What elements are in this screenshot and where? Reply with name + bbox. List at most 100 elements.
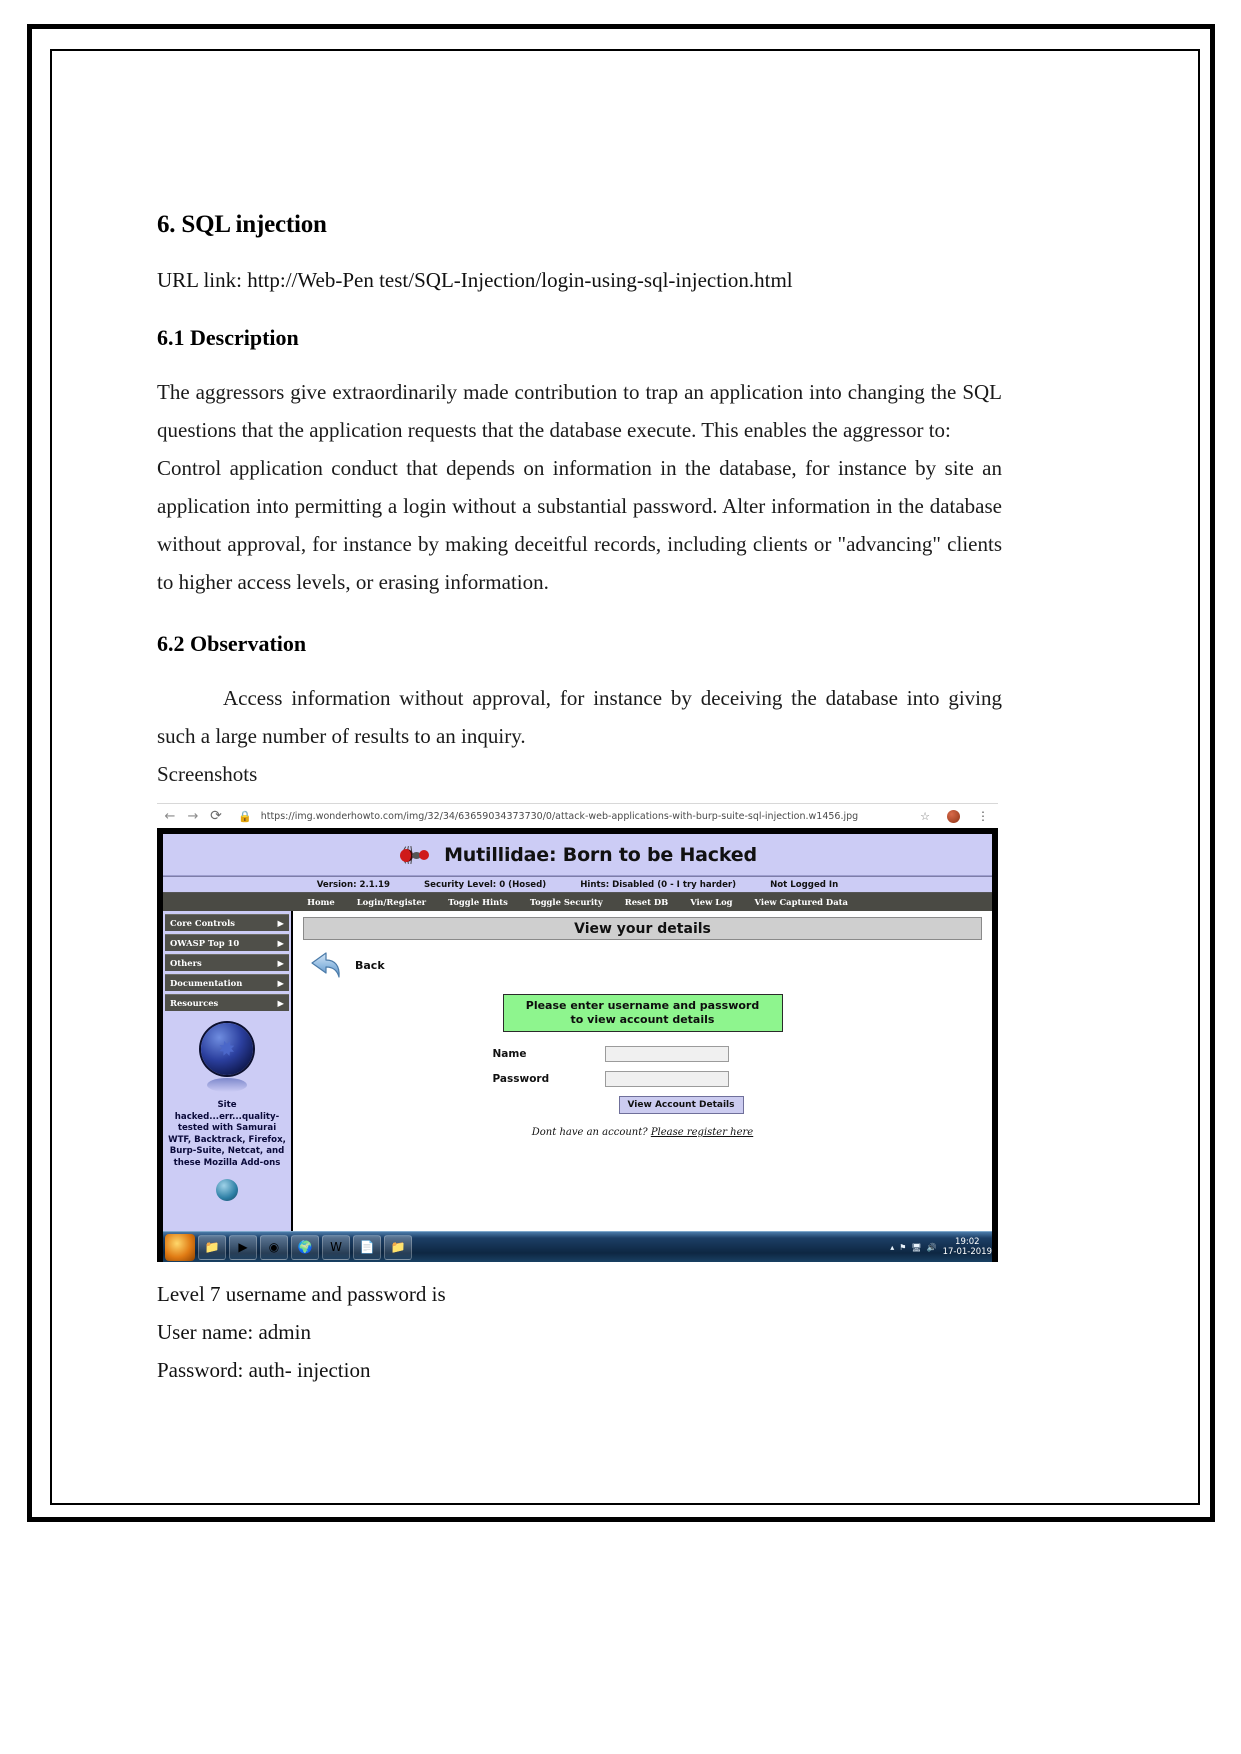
nav-item-toggle-security[interactable]: Toggle Security xyxy=(530,897,603,907)
password-label: Password xyxy=(492,1073,550,1085)
taskbar-item-1[interactable]: 📁 xyxy=(198,1234,226,1260)
status-login-state: Not Logged In xyxy=(770,879,839,890)
tray-flag-icon[interactable]: ⚑ xyxy=(899,1243,906,1252)
nav-item-view-captured-data[interactable]: View Captured Data xyxy=(755,897,848,907)
dragonfly-glyph-icon: ✸ xyxy=(214,1034,240,1064)
sidebar-item-label: Resources xyxy=(170,998,219,1008)
url-line: URL link: http://Web-Pen test/SQL-Inject… xyxy=(157,268,793,292)
chevron-right-icon: ▶ xyxy=(277,918,284,928)
tray-expand-icon[interactable]: ▴ xyxy=(890,1243,894,1252)
mutillidae-title: Mutillidae: Born to be Hacked xyxy=(444,843,757,866)
taskbar-clock[interactable]: 19:02 17-01-2019 xyxy=(943,1237,992,1257)
browser-back-icon[interactable]: ← xyxy=(163,810,177,823)
page-border-inner: 6. SQL injection URL link: http://Web-Pe… xyxy=(50,49,1200,1505)
mutillidae-header: Mutillidae: Born to be Hacked xyxy=(163,834,992,876)
browser-forward-icon[interactable]: → xyxy=(186,810,200,823)
password-field-row: Password xyxy=(493,1071,793,1087)
nav-item-home[interactable]: Home xyxy=(307,897,335,907)
status-version: Version: 2.1.19 xyxy=(316,879,390,890)
taskbar-item-chrome[interactable]: ◉ xyxy=(260,1234,288,1260)
sidebar-item-label: Others xyxy=(170,958,202,968)
back-label: Back xyxy=(355,958,385,972)
sidebar-item-label: Documentation xyxy=(170,978,243,988)
chevron-right-icon: ▶ xyxy=(277,978,284,988)
dragonfly-orb-icon: ✸ xyxy=(201,1023,253,1075)
mutillidae-page: Mutillidae: Born to be Hacked Version: 2… xyxy=(163,834,992,1231)
sidebar-item-resources[interactable]: Resources ▶ xyxy=(165,994,289,1011)
sidebar-promo-text: Site hacked...err...quality-tested with … xyxy=(168,1100,286,1168)
system-tray: ▴ ⚑ 🖥 🔊 xyxy=(890,1243,936,1252)
nav-item-reset-db[interactable]: Reset DB xyxy=(625,897,668,907)
taskbar-item-6[interactable]: 📄 xyxy=(353,1234,381,1260)
page-title: 6. SQL injection xyxy=(157,211,327,238)
section-heading-observation: 6.2 Observation xyxy=(157,631,307,656)
back-arrow-icon[interactable] xyxy=(309,950,347,980)
chevron-right-icon: ▶ xyxy=(277,958,284,968)
left-sidebar: Core Controls ▶ OWASP Top 10 ▶ Others ▶ xyxy=(163,911,293,1231)
browser-toolbar: ← → ⟳ 🔒 https://img.wonderhowto.com/img/… xyxy=(157,803,998,828)
taskbar-item-word[interactable]: W xyxy=(322,1234,350,1260)
sidebar-bottom-icon xyxy=(216,1179,238,1201)
start-button-icon[interactable] xyxy=(165,1233,195,1261)
status-hints: Hints: Disabled (0 - I try harder) xyxy=(580,879,737,890)
status-security-level: Security Level: 0 (Hosed) xyxy=(423,879,547,890)
screenshots-label: Screenshots xyxy=(157,762,258,786)
document-content: 6. SQL injection URL link: http://Web-Pe… xyxy=(157,211,1002,1389)
browser-reload-icon[interactable]: ⟳ xyxy=(209,809,223,823)
mutillidae-nav-menu: Home Login/Register Toggle Hints Toggle … xyxy=(163,893,992,911)
taskbar-item-ie[interactable]: 🌍 xyxy=(291,1234,319,1260)
sidebar-orb-graphic: ✸ xyxy=(165,1023,289,1092)
observation-paragraph-1: Access information without approval, for… xyxy=(157,686,1002,748)
footer-notes: Level 7 username and password is User na… xyxy=(157,1275,1002,1389)
page-border-outer: 6. SQL injection URL link: http://Web-Pe… xyxy=(27,24,1215,1522)
sidebar-item-core-controls[interactable]: Core Controls ▶ xyxy=(165,914,289,931)
nav-item-view-log[interactable]: View Log xyxy=(690,897,732,907)
chevron-right-icon: ▶ xyxy=(277,998,284,1008)
sidebar-item-documentation[interactable]: Documentation ▶ xyxy=(165,974,289,991)
description-paragraph-2: Control application conduct that depends… xyxy=(157,456,1002,594)
section-heading-description: 6.1 Description xyxy=(157,325,299,350)
browser-menu-icon[interactable]: ⋮ xyxy=(977,810,989,822)
taskbar-item-2[interactable]: ▶ xyxy=(229,1234,257,1260)
hint-line-1: Please enter username and password xyxy=(525,999,760,1012)
name-input[interactable] xyxy=(604,1046,729,1062)
footer-line-1: Level 7 username and password is xyxy=(157,1282,446,1306)
hint-line-2: to view account details xyxy=(570,1013,715,1026)
hint-message-box: Please enter username and password to vi… xyxy=(502,994,783,1032)
sidebar-item-label: OWASP Top 10 xyxy=(170,938,240,948)
view-account-details-button[interactable]: View Account Details xyxy=(618,1096,744,1114)
tray-volume-icon[interactable]: 🔊 xyxy=(927,1243,937,1252)
tray-network-icon[interactable]: 🖥 xyxy=(911,1243,921,1252)
bookmark-star-icon[interactable]: ☆ xyxy=(920,810,930,823)
nav-item-toggle-hints[interactable]: Toggle Hints xyxy=(448,897,508,907)
content-page-title: View your details xyxy=(303,917,982,940)
profile-avatar-icon[interactable] xyxy=(947,809,960,823)
address-bar-url[interactable]: https://img.wonderhowto.com/img/32/34/63… xyxy=(261,811,911,822)
sidebar-item-others[interactable]: Others ▶ xyxy=(165,954,289,971)
back-link[interactable]: Back xyxy=(309,950,982,980)
description-paragraph-1: The aggressors give extraordinarily made… xyxy=(157,380,1002,442)
footer-line-3: Password: auth- injection xyxy=(157,1358,371,1382)
page-body: Core Controls ▶ OWASP Top 10 ▶ Others ▶ xyxy=(163,911,992,1231)
name-label: Name xyxy=(492,1048,527,1060)
main-content: View your details Back Please enter user… xyxy=(293,911,992,1231)
register-prompt-row: Dont have an account? Please register he… xyxy=(493,1127,793,1138)
nav-item-login-register[interactable]: Login/Register xyxy=(357,897,426,907)
taskbar-item-7[interactable]: 📁 xyxy=(384,1234,412,1260)
mutillidae-status-bar: Version: 2.1.19 Security Level: 0 (Hosed… xyxy=(163,876,992,893)
windows-taskbar: 📁 ▶ ◉ 🌍 W 📄 📁 ▴ ⚑ 🖥 🔊 19:02 17-01-2019 xyxy=(163,1231,992,1262)
embedded-screenshot: ← → ⟳ 🔒 https://img.wonderhowto.com/img/… xyxy=(157,803,998,1263)
orb-reflection xyxy=(207,1078,247,1092)
password-input[interactable] xyxy=(604,1071,729,1087)
chevron-right-icon: ▶ xyxy=(277,938,284,948)
register-link[interactable]: Please register here xyxy=(651,1127,753,1138)
sidebar-item-label: Core Controls xyxy=(170,918,236,928)
browser-viewport: Mutillidae: Born to be Hacked Version: 2… xyxy=(157,828,998,1262)
lock-icon: 🔒 xyxy=(238,809,252,823)
clock-date: 17-01-2019 xyxy=(942,1247,992,1257)
footer-line-2: User name: admin xyxy=(157,1320,311,1344)
spider-logo-icon xyxy=(398,845,432,865)
sidebar-item-owasp-top-10[interactable]: OWASP Top 10 ▶ xyxy=(165,934,289,951)
register-prompt-text: Dont have an account? xyxy=(531,1127,648,1138)
name-field-row: Name xyxy=(493,1046,793,1062)
